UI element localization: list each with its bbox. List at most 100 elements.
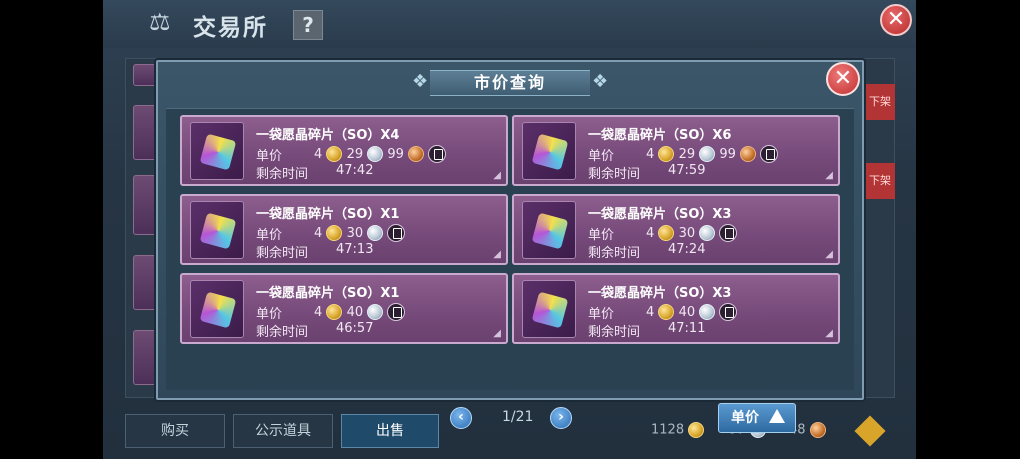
item-icon <box>522 122 576 180</box>
listing-name: 一袋愿晶碎片（SO）X4 <box>256 128 400 143</box>
silver-coin-icon <box>367 146 384 162</box>
listing-name: 一袋愿晶碎片（SO）X3 <box>588 207 732 222</box>
silver-coin-icon <box>367 304 384 320</box>
time-label: 剩余时间 <box>588 246 641 261</box>
gold-amount: 4 <box>646 146 655 162</box>
next-page-button[interactable]: › <box>550 407 572 429</box>
item-icon <box>190 201 244 259</box>
time-label: 剩余时间 <box>256 246 309 261</box>
arrow-up-icon <box>769 409 785 423</box>
copy-icon[interactable] <box>428 145 447 163</box>
price-label: 单价 <box>256 228 283 243</box>
silver-amount: 40 <box>678 304 696 320</box>
help-button[interactable]: ? <box>293 10 323 40</box>
dialog-title: 市价查询 <box>473 73 546 92</box>
listing-time-row: 剩余时间 47:11 <box>588 321 705 340</box>
listing-name: 一袋愿晶碎片（SO）X1 <box>256 286 400 301</box>
listing-price-row: 单价 4 29 99 <box>588 145 779 164</box>
copy-icon[interactable] <box>760 145 779 163</box>
listing-card[interactable]: 一袋愿晶碎片（SO）X1 单价 4 30 剩余时间 47:13 ◢ <box>180 194 508 265</box>
silver-coin-icon <box>699 146 716 162</box>
copy-icon[interactable] <box>387 303 406 321</box>
remaining-time: 47:13 <box>336 242 374 257</box>
listing-price-row: 单价 4 40 <box>256 303 406 322</box>
remaining-time: 47:59 <box>668 163 706 178</box>
listing-name: 一袋愿晶碎片（SO）X3 <box>588 286 732 301</box>
corner-mark-icon: ◢ <box>825 170 833 181</box>
exchange-close-button[interactable]: ✕ <box>880 4 912 36</box>
silver-amount: 29 <box>346 146 364 162</box>
sort-by-unit-price-button[interactable]: 单价 <box>718 403 796 433</box>
listing-time-row: 剩余时间 46:57 <box>256 321 373 340</box>
scale-icon: ⚖ <box>149 8 171 36</box>
crystal-shard-icon <box>199 291 237 329</box>
listing-price-row: 单价 4 30 <box>256 224 406 243</box>
silver-amount: 29 <box>678 146 696 162</box>
gold-coin-icon <box>326 304 343 320</box>
add-currency-button[interactable] <box>854 415 886 447</box>
remaining-time: 47:11 <box>668 321 706 336</box>
page-indicator: 1/21 <box>502 409 534 425</box>
remaining-time: 47:42 <box>336 163 374 178</box>
price-label: 单价 <box>256 307 283 322</box>
listing-card[interactable]: 一袋愿晶碎片（SO）X3 单价 4 30 剩余时间 47:24 ◢ <box>512 194 840 265</box>
listing-card[interactable]: 一袋愿晶碎片（SO）X1 单价 4 40 剩余时间 46:57 ◢ <box>180 273 508 344</box>
crystal-shard-icon <box>531 133 569 171</box>
off-shelf-button[interactable]: 下架 <box>865 163 895 199</box>
ornament-right-icon: ❖ <box>592 71 609 92</box>
crystal-shard-icon <box>199 212 237 250</box>
corner-mark-icon: ◢ <box>493 249 501 260</box>
copy-icon[interactable] <box>387 224 406 242</box>
remaining-time: 46:57 <box>336 321 374 336</box>
gold-coin-icon <box>326 225 343 241</box>
gold-coin-icon <box>658 146 675 162</box>
gold-coin-icon <box>658 304 675 320</box>
price-label: 单价 <box>588 307 615 322</box>
time-label: 剩余时间 <box>588 325 641 340</box>
off-shelf-button[interactable]: 下架 <box>865 84 895 120</box>
item-icon <box>190 280 244 338</box>
gold-amount: 4 <box>314 146 323 162</box>
gold-coin-icon <box>658 225 675 241</box>
time-label: 剩余时间 <box>256 167 309 182</box>
pagination: ‹ 1/21 › 单价 <box>166 403 854 437</box>
prev-page-button[interactable]: ‹ <box>450 407 472 429</box>
corner-mark-icon: ◢ <box>493 170 501 181</box>
add-icon <box>854 415 886 447</box>
copy-icon[interactable] <box>719 224 738 242</box>
chevron-left-icon: ‹ <box>458 409 464 425</box>
silver-coin-icon <box>699 304 716 320</box>
copper-coin-icon <box>740 146 757 162</box>
gold-amount: 4 <box>646 304 655 320</box>
listing-card[interactable]: 一袋愿晶碎片（SO）X6 单价 4 29 99 剩余时间 47:59 ◢ <box>512 115 840 186</box>
crystal-shard-icon <box>531 291 569 329</box>
listing-grid: 一袋愿晶碎片（SO）X4 单价 4 29 99 剩余时间 47:42 ◢ 一袋愿… <box>166 108 854 433</box>
corner-mark-icon: ◢ <box>825 249 833 260</box>
listing-name: 一袋愿晶碎片（SO）X6 <box>588 128 732 143</box>
copper-amount: 99 <box>719 146 736 162</box>
listing-time-row: 剩余时间 47:42 <box>256 163 373 182</box>
chevron-right-icon: › <box>558 409 564 425</box>
market-price-dialog: ❖ 市价查询 ❖ ✕ 一袋愿晶碎片（SO）X4 单价 4 29 99 剩余时间 … <box>156 60 864 433</box>
gold-amount: 4 <box>314 225 323 241</box>
silver-coin-icon <box>367 225 384 241</box>
listing-card[interactable]: 一袋愿晶碎片（SO）X3 单价 4 40 剩余时间 47:11 ◢ <box>512 273 840 344</box>
dialog-close-button[interactable]: ✕ <box>826 62 860 96</box>
silver-amount: 40 <box>346 304 364 320</box>
time-label: 剩余时间 <box>256 325 309 340</box>
corner-mark-icon: ◢ <box>825 328 833 339</box>
listing-name: 一袋愿晶碎片（SO）X1 <box>256 207 400 222</box>
copper-amount: 99 <box>387 146 404 162</box>
silver-coin-icon <box>699 225 716 241</box>
price-label: 单价 <box>256 149 283 164</box>
letterbox-right <box>916 0 1020 459</box>
letterbox-left <box>0 0 103 459</box>
item-icon <box>522 280 576 338</box>
time-label: 剩余时间 <box>588 167 641 182</box>
item-icon <box>190 122 244 180</box>
listing-card[interactable]: 一袋愿晶碎片（SO）X4 单价 4 29 99 剩余时间 47:42 ◢ <box>180 115 508 186</box>
listing-price-row: 单价 4 29 99 <box>256 145 447 164</box>
exchange-header: ⚖ 交易所 ? ✕ <box>103 0 916 48</box>
copy-icon[interactable] <box>719 303 738 321</box>
gold-coin-icon <box>326 146 343 162</box>
